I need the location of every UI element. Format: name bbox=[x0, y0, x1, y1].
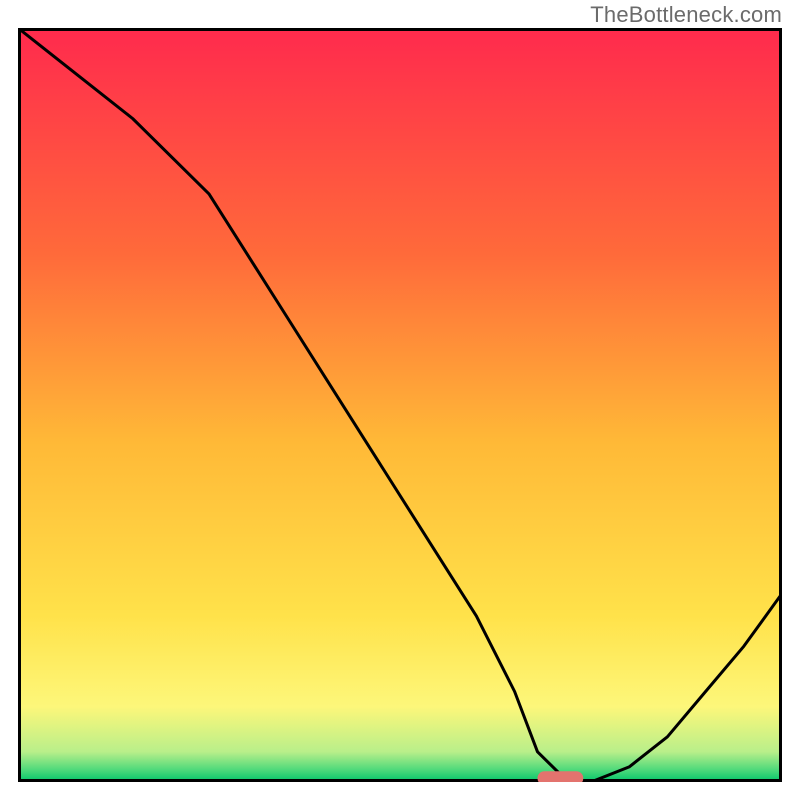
bottleneck-chart bbox=[18, 28, 782, 782]
chart-svg bbox=[18, 28, 782, 782]
optimal-marker bbox=[538, 771, 584, 782]
chart-background-gradient bbox=[18, 28, 782, 782]
watermark-text: TheBottleneck.com bbox=[590, 2, 782, 28]
